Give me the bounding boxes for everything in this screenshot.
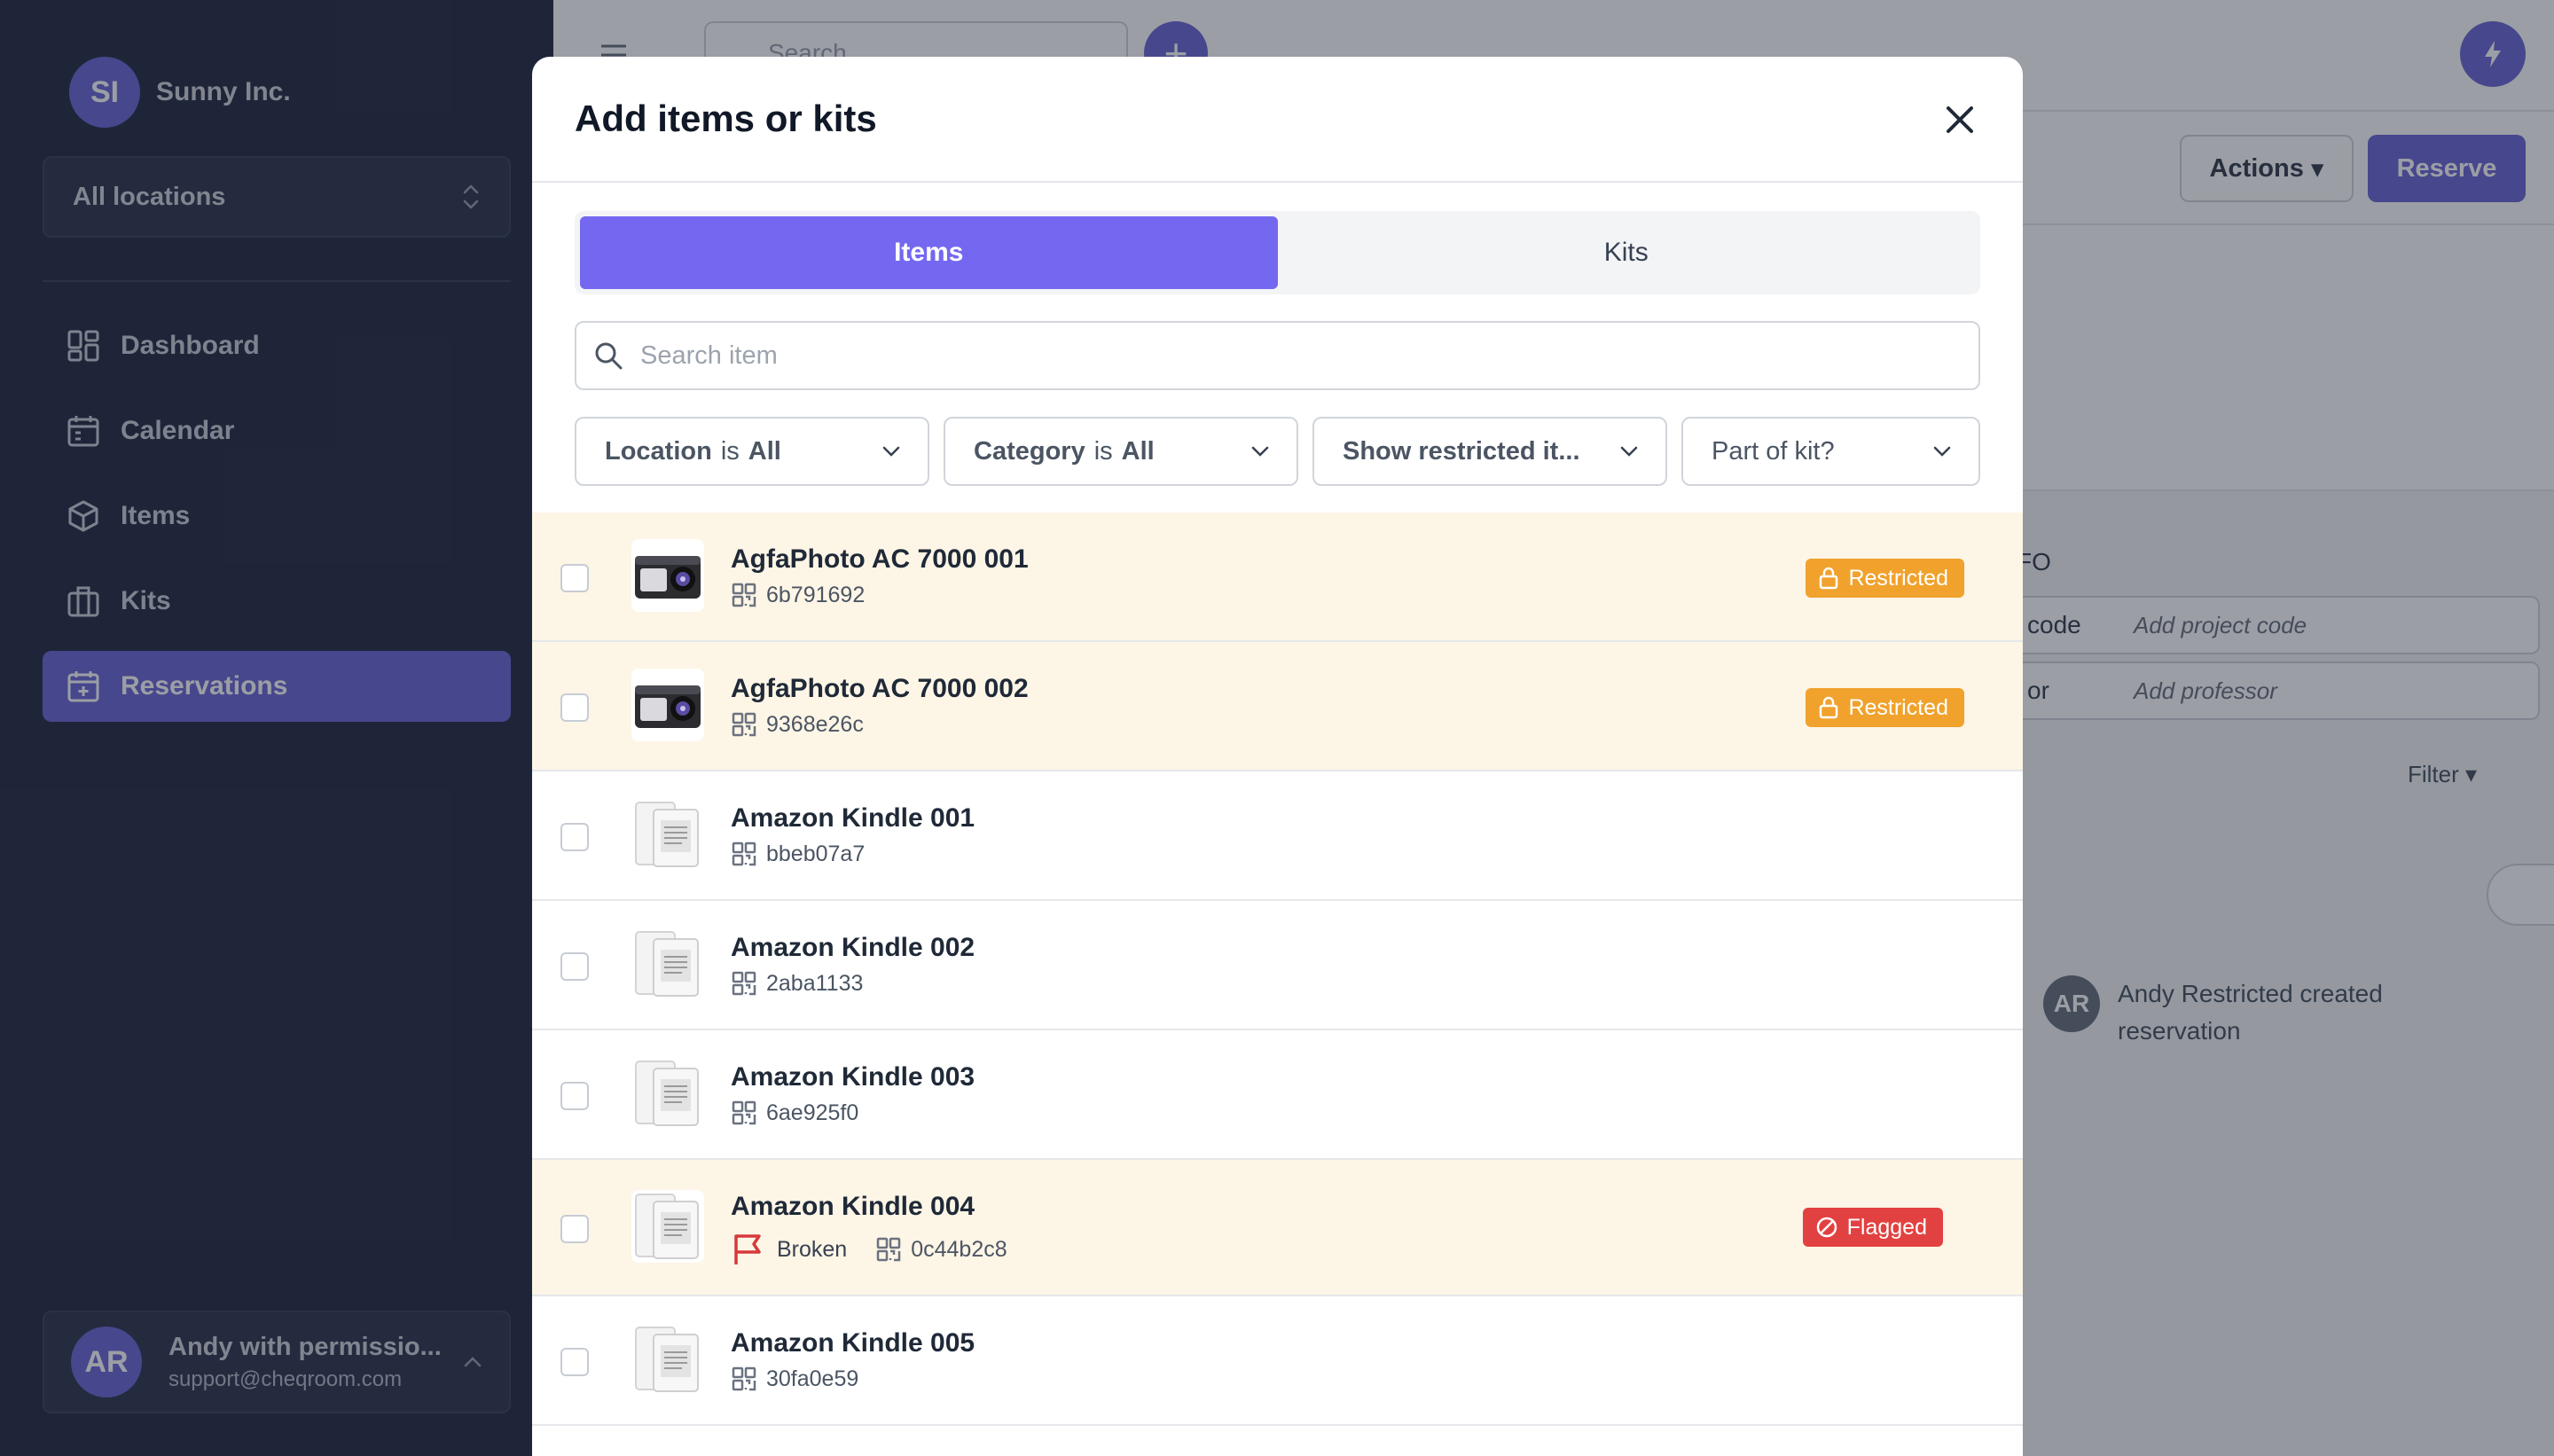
item-list: AgfaPhoto AC 7000 001 6b791692 Restricte… (532, 513, 2023, 1426)
category-filter[interactable]: Category is All (944, 417, 1298, 486)
item-name: Amazon Kindle 004 (731, 1192, 975, 1221)
camera-thumbnail (631, 669, 704, 741)
kindle-thumbnail (631, 1190, 704, 1263)
tab-switcher: Items Kits (575, 211, 1980, 294)
item-meta: 6b791692 (731, 582, 865, 608)
chevron-down-icon (882, 446, 900, 457)
item-meta: bbeb07a7 (731, 841, 865, 867)
item-name: Amazon Kindle 002 (731, 933, 975, 962)
add-items-modal: Add items or kits Items Kits LocationisA… (532, 57, 2023, 1456)
qr-code-icon (732, 1366, 756, 1391)
item-code: 6ae925f0 (766, 1100, 859, 1125)
chevron-down-icon (1620, 446, 1638, 457)
item-name: Amazon Kindle 003 (731, 1062, 975, 1092)
item-meta: Broken 0c44b2c8 (731, 1233, 1007, 1266)
flag-reason: Broken (777, 1236, 848, 1262)
list-item[interactable]: Amazon Kindle 004 Broken 0c44b2c8 Flagge… (532, 1160, 2023, 1296)
list-item[interactable]: Amazon Kindle 003 6ae925f0 (532, 1030, 2023, 1160)
item-checkbox[interactable] (560, 564, 589, 592)
item-code: 2aba1133 (766, 970, 864, 996)
item-name: AgfaPhoto AC 7000 001 (731, 544, 1029, 574)
tab-kits[interactable]: Kits (1278, 216, 1976, 289)
item-code: bbeb07a7 (766, 841, 866, 866)
item-name: AgfaPhoto AC 7000 002 (731, 674, 1029, 703)
kindle-thumbnail (631, 798, 704, 871)
lock-icon (1820, 696, 1838, 719)
qr-code-icon (732, 583, 756, 607)
modal-header: Add items or kits (532, 57, 2023, 183)
chevron-down-icon (1251, 446, 1269, 457)
item-meta: 6ae925f0 (731, 1100, 858, 1126)
list-item[interactable]: Amazon Kindle 002 2aba1133 (532, 901, 2023, 1030)
item-name: Amazon Kindle 005 (731, 1328, 975, 1358)
list-item[interactable]: Amazon Kindle 005 30fa0e59 (532, 1296, 2023, 1426)
close-icon[interactable] (1941, 101, 1978, 138)
qr-code-icon (732, 712, 756, 737)
chevron-down-icon (1933, 446, 1951, 457)
item-meta: 2aba1133 (731, 970, 863, 997)
item-search (575, 321, 1980, 390)
item-code: 0c44b2c8 (911, 1236, 1007, 1262)
location-filter[interactable]: Location is All (575, 417, 929, 486)
item-checkbox[interactable] (560, 952, 589, 981)
restricted-badge: Restricted (1806, 688, 1964, 727)
kindle-thumbnail (631, 928, 704, 1000)
item-checkbox[interactable] (560, 1215, 589, 1243)
restricted-badge: Restricted (1806, 559, 1964, 598)
item-name: Amazon Kindle 001 (731, 803, 975, 833)
flagged-badge: Flagged (1802, 1208, 1943, 1247)
qr-code-icon (876, 1237, 901, 1262)
kindle-thumbnail (631, 1323, 704, 1396)
item-meta: 30fa0e59 (731, 1366, 858, 1392)
modal-title: Add items or kits (575, 98, 877, 139)
item-checkbox[interactable] (560, 1348, 589, 1376)
tab-items[interactable]: Items (580, 216, 1278, 289)
part-of-kit-filter[interactable]: Part of kit? (1681, 417, 1980, 486)
qr-code-icon (732, 971, 756, 996)
qr-code-icon (732, 842, 756, 866)
item-checkbox[interactable] (560, 823, 589, 851)
qr-code-icon (732, 1100, 756, 1125)
item-search-input[interactable] (640, 341, 1882, 371)
show-restricted-filter[interactable]: Show restricted it... (1312, 417, 1667, 486)
camera-thumbnail (631, 539, 704, 612)
lock-icon (1820, 567, 1838, 590)
list-item[interactable]: AgfaPhoto AC 7000 001 6b791692 Restricte… (532, 513, 2023, 642)
list-item[interactable]: AgfaPhoto AC 7000 002 9368e26c Restricte… (532, 642, 2023, 771)
item-checkbox[interactable] (560, 693, 589, 722)
filter-bar: Location is All Category is All Show restric… (575, 417, 1980, 486)
kindle-thumbnail (631, 1057, 704, 1130)
flag-icon (734, 1234, 761, 1264)
item-code: 6b791692 (766, 582, 866, 607)
item-code: 9368e26c (766, 711, 864, 737)
list-item[interactable]: Amazon Kindle 001 bbeb07a7 (532, 771, 2023, 901)
prohibited-icon (1816, 1217, 1837, 1238)
search-icon (595, 342, 623, 370)
item-meta: 9368e26c (731, 711, 864, 738)
item-code: 30fa0e59 (766, 1366, 859, 1391)
item-checkbox[interactable] (560, 1082, 589, 1110)
